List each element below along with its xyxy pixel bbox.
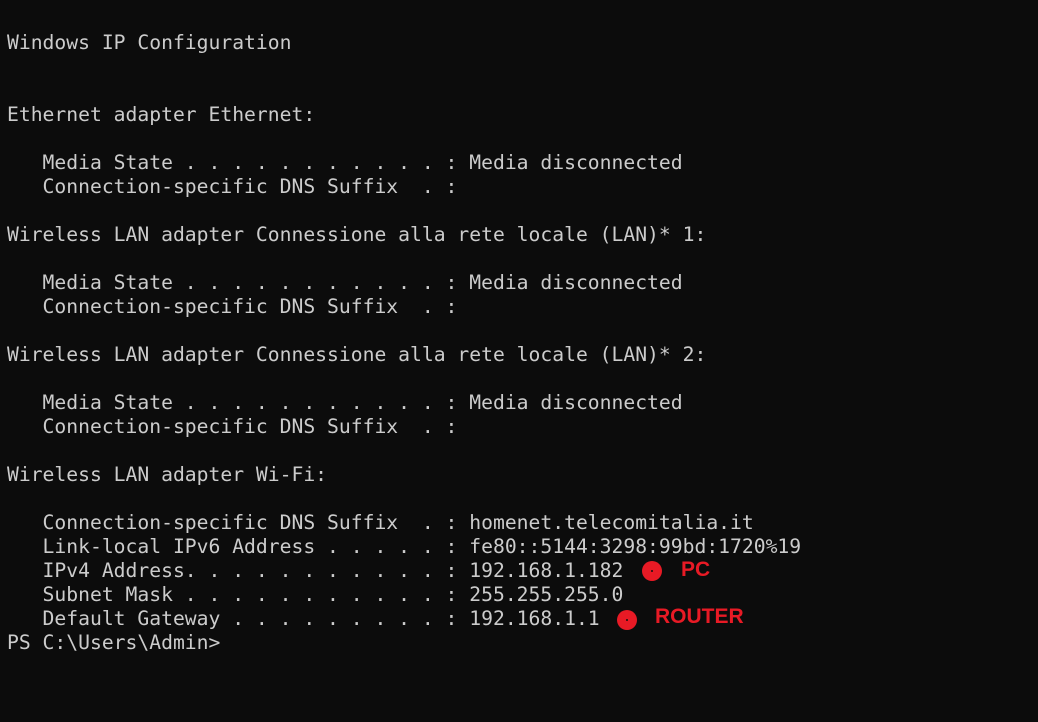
- router-annotation-label: ROUTER: [655, 605, 744, 628]
- shell-prompt[interactable]: PS C:\Users\Admin>: [7, 631, 220, 655]
- wifi-ipv4-address: IPv4 Address. . . . . . . . . . . : 192.…: [7, 559, 624, 582]
- router-marker-dot: [617, 610, 637, 630]
- wifi-dns-suffix: Connection-specific DNS Suffix . : homen…: [7, 511, 754, 534]
- wlan1-media-state: Media State . . . . . . . . . . . : Medi…: [7, 271, 683, 294]
- pc-marker-dot: [642, 561, 662, 581]
- wifi-default-gateway: Default Gateway . . . . . . . . . : 192.…: [7, 607, 600, 630]
- terminal-window[interactable]: Windows IP Configuration Ethernet adapte…: [0, 0, 1038, 722]
- wifi-ipv6-address: Link-local IPv6 Address . . . . . : fe80…: [7, 535, 802, 558]
- wlan2-media-state: Media State . . . . . . . . . . . : Medi…: [7, 391, 683, 414]
- wlan1-adapter-title: Wireless LAN adapter Connessione alla re…: [7, 223, 707, 246]
- wlan1-dns-suffix: Connection-specific DNS Suffix . :: [7, 295, 458, 318]
- wifi-subnet-mask: Subnet Mask . . . . . . . . . . . : 255.…: [7, 583, 624, 606]
- ethernet-media-state: Media State . . . . . . . . . . . : Medi…: [7, 151, 683, 174]
- wlan2-adapter-title: Wireless LAN adapter Connessione alla re…: [7, 343, 707, 366]
- wlan2-dns-suffix: Connection-specific DNS Suffix . :: [7, 415, 458, 438]
- ethernet-adapter-title: Ethernet adapter Ethernet:: [7, 103, 316, 126]
- pc-annotation-label: PC: [681, 558, 711, 581]
- ipconfig-header: Windows IP Configuration: [7, 31, 292, 54]
- ethernet-dns-suffix: Connection-specific DNS Suffix . :: [7, 175, 458, 198]
- wifi-adapter-title: Wireless LAN adapter Wi-Fi:: [7, 463, 328, 486]
